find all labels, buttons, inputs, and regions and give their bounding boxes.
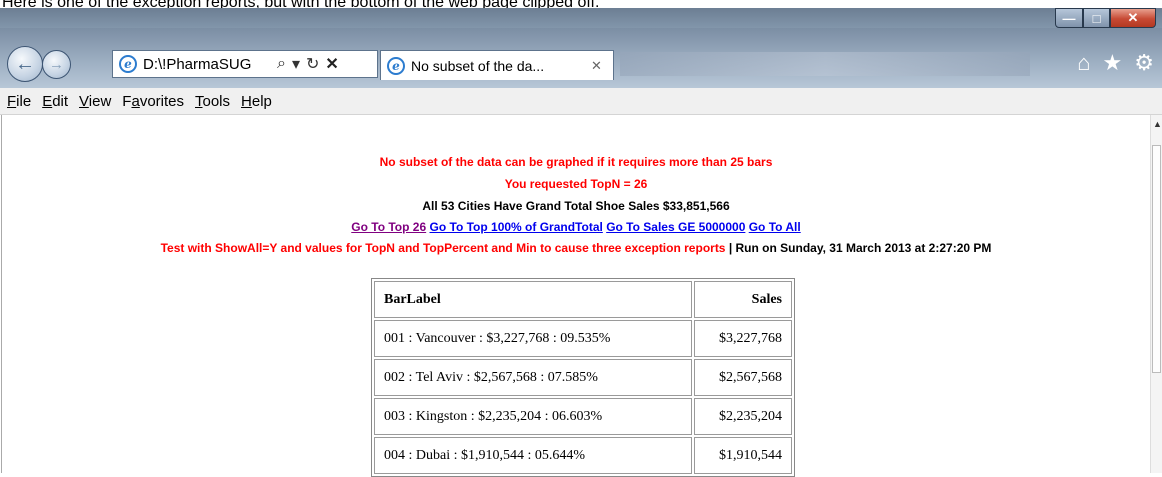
- address-bar[interactable]: e D:\!PharmaSUG ⌕ ▾ ↻ ✕: [112, 50, 378, 78]
- sales-cell: $2,235,204: [694, 398, 792, 435]
- report-links: Go To Top 26 Go To Top 100% of GrandTota…: [2, 220, 1150, 234]
- page-content: No subset of the data can be graphed if …: [1, 115, 1150, 477]
- vertical-scrollbar[interactable]: ▲: [1150, 115, 1162, 473]
- test-description: Test with ShowAll=Y and values for TopN …: [160, 241, 726, 255]
- tab-title: No subset of the da...: [411, 57, 545, 74]
- menu-view[interactable]: View: [79, 93, 111, 110]
- barlabel-cell: 001 : Vancouver : $3,227,768 : 09.535%: [374, 320, 692, 357]
- dropdown-icon[interactable]: ▾: [292, 54, 300, 74]
- run-timestamp: | Run on Sunday, 31 March 2013 at 2:27:2…: [725, 241, 992, 255]
- window-controls: — □ ✕: [1055, 8, 1156, 28]
- sales-cell: $3,227,768: [694, 320, 792, 357]
- tab-ie-icon: e: [387, 56, 405, 75]
- home-icon[interactable]: ⌂: [1077, 50, 1090, 76]
- stop-icon[interactable]: ✕: [325, 54, 338, 74]
- menu-help[interactable]: Help: [241, 93, 272, 110]
- table-row: 003 : Kingston : $2,235,204 : 06.603% $2…: [374, 398, 792, 435]
- report-line-topn: You requested TopN = 26: [504, 177, 648, 191]
- menu-file[interactable]: File: [7, 93, 31, 110]
- browser-window: — □ ✕ ← → e D:\!PharmaSUG ⌕ ▾ ↻ ✕ e No s…: [0, 8, 1162, 477]
- table-row: 004 : Dubai : $1,910,544 : 05.644% $1,91…: [374, 437, 792, 474]
- refresh-icon[interactable]: ↻: [306, 54, 319, 74]
- column-header-sales: Sales: [694, 281, 792, 318]
- menu-favorites[interactable]: Favorites: [122, 93, 184, 110]
- blurred-tab-area: [620, 52, 1030, 76]
- address-text[interactable]: D:\!PharmaSUG: [143, 56, 271, 73]
- menu-edit[interactable]: Edit: [42, 93, 68, 110]
- barlabel-cell: 003 : Kingston : $2,235,204 : 06.603%: [374, 398, 692, 435]
- forward-button[interactable]: →: [42, 50, 71, 79]
- column-header-barlabel: BarLabel: [374, 281, 692, 318]
- table-row: 002 : Tel Aviv : $2,567,568 : 07.585% $2…: [374, 359, 792, 396]
- toolbar-icons: ⌂ ★ ⚙: [1077, 50, 1154, 76]
- barlabel-cell: 004 : Dubai : $1,910,544 : 05.644%: [374, 437, 692, 474]
- minimize-button[interactable]: —: [1055, 8, 1083, 28]
- report-line-total: All 53 Cities Have Grand Total Shoe Sale…: [422, 199, 730, 213]
- scroll-up-arrow-icon[interactable]: ▲: [1153, 119, 1162, 129]
- table-header-row: BarLabel Sales: [374, 281, 792, 318]
- back-button[interactable]: ←: [7, 46, 43, 82]
- link-go-to-all[interactable]: Go To All: [749, 220, 801, 234]
- title-bar: — □ ✕: [0, 8, 1162, 28]
- report-line-limit: No subset of the data can be graphed if …: [379, 155, 773, 169]
- report-test-line: Test with ShowAll=Y and values for TopN …: [2, 241, 1150, 255]
- navigation-bar: ← → e D:\!PharmaSUG ⌕ ▾ ↻ ✕ e No subset …: [0, 28, 1162, 88]
- link-top-26[interactable]: Go To Top 26: [351, 220, 426, 234]
- link-sales-ge[interactable]: Go To Sales GE 5000000: [606, 220, 745, 234]
- ie-page-icon: e: [119, 55, 137, 73]
- barlabel-cell: 002 : Tel Aviv : $2,567,568 : 07.585%: [374, 359, 692, 396]
- report-table: BarLabel Sales 001 : Vancouver : $3,227,…: [371, 278, 795, 477]
- search-icon[interactable]: ⌕: [277, 55, 286, 73]
- sales-cell: $1,910,544: [694, 437, 792, 474]
- table-row: 001 : Vancouver : $3,227,768 : 09.535% $…: [374, 320, 792, 357]
- menu-tools[interactable]: Tools: [195, 93, 230, 110]
- favorites-star-icon[interactable]: ★: [1103, 50, 1123, 76]
- close-window-button[interactable]: ✕: [1110, 8, 1156, 28]
- settings-gear-icon[interactable]: ⚙: [1134, 50, 1154, 76]
- menu-bar: File Edit View Favorites Tools Help: [0, 88, 1162, 115]
- sales-cell: $2,567,568: [694, 359, 792, 396]
- maximize-button[interactable]: □: [1083, 8, 1110, 28]
- browser-tab[interactable]: e No subset of the da... ✕: [380, 50, 614, 80]
- tab-close-icon[interactable]: ✕: [591, 58, 602, 74]
- link-top-100-percent[interactable]: Go To Top 100% of GrandTotal: [430, 220, 603, 234]
- scroll-thumb[interactable]: [1152, 145, 1161, 373]
